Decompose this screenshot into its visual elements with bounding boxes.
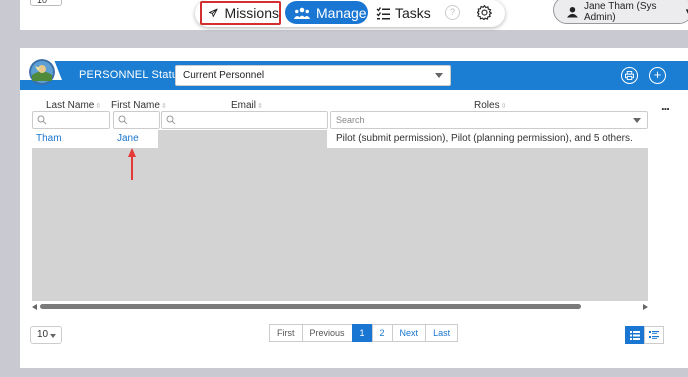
status-select[interactable]: Current Personnel [175, 65, 451, 86]
column-header-email[interactable]: Email⇳ [231, 100, 263, 111]
page-first-button[interactable]: First [269, 324, 303, 342]
sort-icon: ⇳ [257, 103, 263, 110]
cell-email [158, 130, 327, 148]
search-icon [166, 115, 176, 125]
list-icon [630, 330, 640, 340]
chevron-down-icon [633, 118, 641, 123]
cell-first-name[interactable]: Jane [117, 130, 139, 148]
airplane-icon [208, 8, 218, 17]
table-row[interactable]: Tham Jane Pilot (submit permission), Pil… [32, 130, 648, 148]
people-group-icon [293, 7, 311, 19]
column-header-first-name[interactable]: First Name⇳ [111, 100, 167, 111]
roles-filter-placeholder: Search [336, 115, 365, 125]
email-filter-input[interactable] [161, 111, 328, 129]
page-previous-button[interactable]: Previous [301, 324, 353, 342]
scroll-left-arrow-icon[interactable] [32, 304, 37, 310]
nav-manage-label: Manage [316, 4, 367, 21]
view-toggle [625, 326, 664, 344]
detail-list-view-button[interactable] [644, 326, 664, 344]
page-last-button[interactable]: Last [425, 324, 459, 342]
panel-header: PERSONNEL Status: Current Personnel + [20, 61, 688, 90]
sort-icon: ⇳ [95, 103, 102, 110]
page-1-button[interactable]: 1 [351, 324, 373, 342]
avatar [29, 59, 55, 85]
status-select-value: Current Personnel [183, 70, 265, 81]
cell-roles: Pilot (submit permission), Pilot (planni… [336, 133, 633, 144]
panel-title: PERSONNEL [79, 69, 149, 81]
print-button[interactable] [621, 67, 638, 84]
chevron-down-icon [50, 334, 56, 338]
column-header-last-name[interactable]: Last Name⇳ [46, 100, 101, 111]
chevron-down-icon: ▼ [684, 7, 688, 16]
help-icon[interactable]: ? [445, 5, 460, 20]
column-header-roles[interactable]: Roles⇳ [474, 100, 506, 111]
chevron-down-icon [435, 73, 443, 78]
page-2-button[interactable]: 2 [371, 324, 393, 342]
list-view-button[interactable] [625, 326, 645, 344]
column-header-label: Last Name [46, 100, 95, 111]
personnel-panel: PERSONNEL Status: Current Personnel + ..… [20, 48, 688, 368]
nav-manage-button[interactable]: Manage [285, 1, 368, 24]
search-icon [37, 115, 47, 125]
printer-icon [625, 71, 634, 80]
pagination: First Previous 1 2 Next Last [269, 324, 459, 342]
column-header-label: Email [231, 100, 257, 111]
nav-tasks-button[interactable]: Tasks [376, 2, 431, 24]
top-page-size-select[interactable]: 10 [30, 0, 62, 6]
cell-last-name[interactable]: Tham [36, 130, 62, 148]
first-name-filter-input[interactable] [113, 111, 160, 129]
annotation-arrow [128, 148, 136, 180]
search-icon [118, 115, 128, 125]
column-header-label: Roles [474, 100, 500, 111]
roles-filter-select[interactable]: Search [330, 111, 648, 129]
nav-missions-button[interactable]: Missions [200, 1, 281, 25]
settings-gear-icon[interactable] [476, 4, 493, 23]
scroll-right-arrow-icon[interactable] [643, 304, 648, 310]
sort-icon: ⇳ [500, 103, 507, 110]
more-options-icon[interactable]: ... [661, 98, 670, 113]
checklist-icon [376, 7, 390, 20]
user-icon [567, 6, 578, 17]
nav-missions-label: Missions [224, 5, 279, 21]
table-body-empty-area [32, 148, 648, 301]
horizontal-scrollbar[interactable] [32, 303, 648, 311]
page-next-button[interactable]: Next [391, 324, 427, 342]
last-name-filter-input[interactable] [32, 111, 110, 129]
scrollbar-thumb[interactable] [40, 304, 581, 309]
add-personnel-button[interactable]: + [649, 67, 666, 84]
page-size-select[interactable]: 10 [30, 326, 62, 344]
nav-tasks-label: Tasks [395, 5, 431, 21]
page-size-value: 10 [37, 329, 49, 340]
user-name: Jane Tham (Sys Admin) [583, 0, 657, 23]
panel-title-row: PERSONNEL Status: [79, 69, 187, 81]
sort-icon: ⇳ [160, 103, 167, 110]
column-header-label: First Name [111, 100, 160, 111]
detail-list-icon [649, 330, 659, 339]
user-menu-button[interactable]: Jane Tham (Sys Admin) ▼ [553, 0, 688, 24]
